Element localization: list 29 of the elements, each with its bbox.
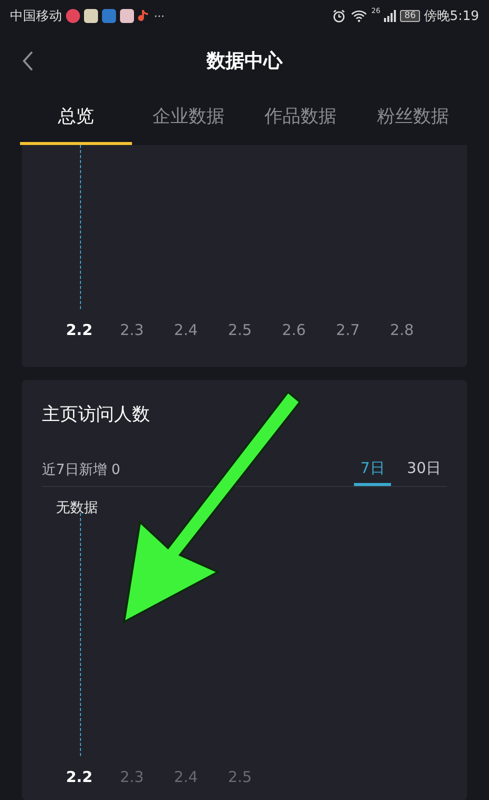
no-data-label: 无数据 bbox=[56, 499, 98, 517]
carrier-name: 中国移动 bbox=[10, 8, 62, 25]
tab[interactable]: 粉丝数据 bbox=[356, 90, 469, 145]
date-label: 2.6 bbox=[282, 321, 307, 339]
clock: 傍晚5:19 bbox=[424, 8, 479, 25]
card-title: 主页访问人数 bbox=[42, 403, 151, 426]
alarm-icon bbox=[331, 9, 348, 23]
date-label: 2.5 bbox=[228, 321, 253, 339]
date-label: 2.3 bbox=[120, 321, 145, 339]
summary-text: 近7日新增 0 bbox=[42, 461, 120, 479]
period-tab[interactable]: 30日 bbox=[400, 454, 447, 486]
period-tab[interactable]: 7日 bbox=[354, 454, 391, 486]
music-note-icon bbox=[138, 9, 150, 23]
date-label: 2.3 bbox=[120, 768, 145, 786]
date-label: 2.2 bbox=[66, 321, 94, 339]
date-label: 2.5 bbox=[228, 768, 253, 786]
overflow-dots: ··· bbox=[154, 10, 164, 22]
back-icon[interactable] bbox=[22, 50, 34, 72]
date-label: 2.7 bbox=[336, 321, 361, 339]
tab[interactable]: 作品数据 bbox=[244, 90, 357, 145]
date-label: 2.8 bbox=[390, 321, 415, 339]
signal-icon bbox=[384, 10, 396, 22]
date-label: 2.4 bbox=[174, 321, 199, 339]
page-title: 数据中心 bbox=[206, 49, 282, 74]
date-label: 2.2 bbox=[66, 768, 94, 786]
date-label: 2.4 bbox=[174, 768, 199, 786]
tab[interactable]: 企业数据 bbox=[132, 90, 244, 145]
wifi-icon bbox=[351, 9, 368, 23]
battery-level: 86 bbox=[400, 10, 420, 22]
